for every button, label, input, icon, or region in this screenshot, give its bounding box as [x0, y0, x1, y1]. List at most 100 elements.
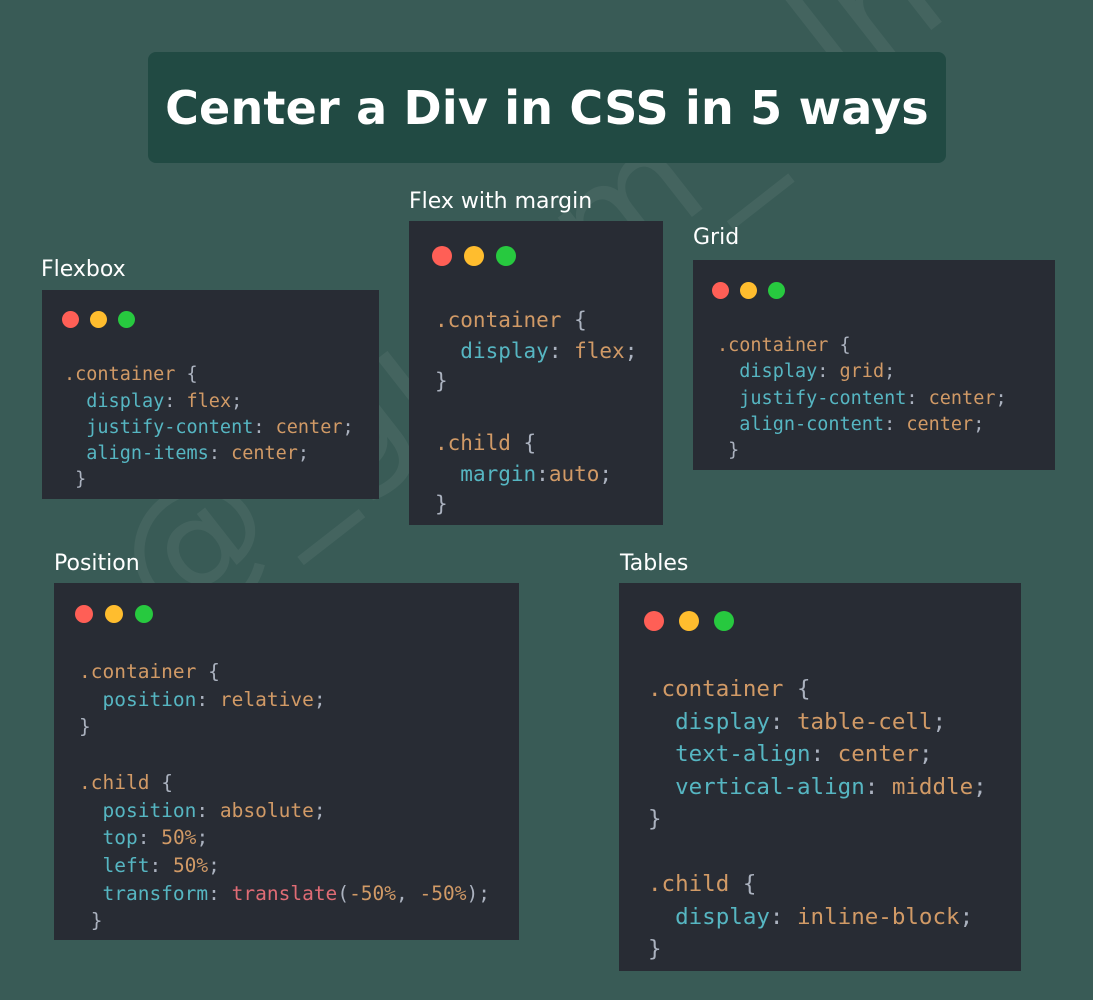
close-dot-icon [644, 611, 664, 631]
code-line: } [79, 907, 490, 935]
code-token: ; [932, 708, 947, 735]
code-token: ; [313, 687, 326, 711]
code-token: } [435, 369, 448, 394]
code-block: .container { display: table-cell; text-a… [648, 673, 987, 966]
code-line: justify-content: center; [64, 415, 353, 441]
maximize-dot-icon [118, 311, 135, 328]
code-token: } [64, 469, 87, 491]
code-token: : [196, 687, 220, 711]
code-line: } [435, 366, 637, 397]
code-token: display [675, 708, 770, 735]
code-panel-tables: .container { display: table-cell; text-a… [619, 583, 1021, 971]
code-token: display [86, 390, 165, 412]
code-line: .container { [435, 305, 637, 336]
code-token: .container [717, 335, 829, 356]
code-token: { [175, 364, 198, 386]
code-line: justify-content: center; [717, 386, 1007, 412]
code-token: ; [313, 798, 326, 822]
close-dot-icon [75, 605, 93, 623]
code-token: .child [79, 770, 150, 794]
code-token: { [729, 871, 757, 897]
code-token: ; [973, 773, 987, 800]
code-panel-flexbox: .container { display: flex; justify-cont… [42, 290, 379, 499]
code-line: .container { [79, 658, 490, 686]
code-token: justify-content [739, 387, 907, 409]
window-dots [644, 611, 734, 631]
code-token: : [137, 826, 162, 850]
window-dots [432, 246, 516, 266]
code-line: text-align: center; [648, 738, 987, 771]
code-token: } [648, 936, 662, 962]
code-line: margin:auto; [435, 459, 637, 490]
code-token: ; [973, 413, 985, 435]
code-token: } [79, 909, 103, 933]
code-token: auto [548, 461, 600, 486]
code-token: .container [435, 308, 562, 332]
code-token: ; [208, 853, 220, 877]
code-token: grid [839, 361, 885, 383]
code-token: align-content [739, 413, 885, 435]
code-line: transform: translate(-50%, -50%); [79, 880, 489, 908]
code-token: absolute [219, 798, 314, 822]
code-token: } [717, 440, 740, 462]
code-line: .child { [648, 868, 987, 901]
code-panel-flex-with-margin: .container { display: flex;} .child { ma… [409, 221, 663, 525]
code-token: position [102, 798, 197, 822]
code-token: .container [79, 660, 197, 683]
code-token: } [648, 806, 662, 832]
code-token: : [769, 708, 798, 735]
code-token: { [196, 660, 220, 683]
code-token: vertical-align [675, 773, 865, 800]
minimize-dot-icon [105, 605, 123, 623]
label-tables: Tables [620, 551, 689, 576]
code-token: ; [995, 387, 1007, 409]
code-line: left: 50%; [79, 852, 490, 880]
code-line: } [64, 467, 354, 493]
code-token: { [561, 308, 587, 332]
code-line: } [648, 803, 987, 836]
label-flex-with-margin: Flex with margin [409, 189, 593, 214]
code-line: } [79, 713, 490, 741]
code-line: .container { [648, 673, 987, 706]
code-token: { [510, 430, 537, 455]
code-token: ; [918, 741, 933, 767]
code-token: translate [231, 881, 338, 905]
code-block: .container { display: flex; justify-cont… [64, 336, 354, 494]
label-flexbox: Flexbox [41, 257, 126, 282]
code-line: display: inline-block; [648, 901, 987, 934]
code-token: : [208, 443, 232, 465]
code-token: inline-block [797, 903, 960, 930]
code-token: justify-content [86, 416, 254, 438]
code-token: -50% [349, 881, 397, 905]
code-token: position [102, 687, 197, 711]
code-token: top [102, 826, 138, 850]
code-line: display: grid; [717, 359, 1007, 385]
code-token: 50% [161, 826, 197, 850]
code-token: ; [599, 461, 613, 486]
page-title: Center a Div in CSS in 5 ways [165, 80, 929, 135]
code-token: { [149, 770, 173, 794]
code-token: ; [231, 390, 243, 412]
window-dots [712, 282, 785, 299]
code-token: display [460, 338, 549, 363]
close-dot-icon [432, 246, 452, 266]
code-token: .child [435, 430, 511, 455]
code-line: } [435, 489, 637, 520]
code-line: display: table-cell; [648, 706, 987, 739]
code-token: ; [196, 826, 209, 850]
code-token: : [208, 881, 232, 905]
